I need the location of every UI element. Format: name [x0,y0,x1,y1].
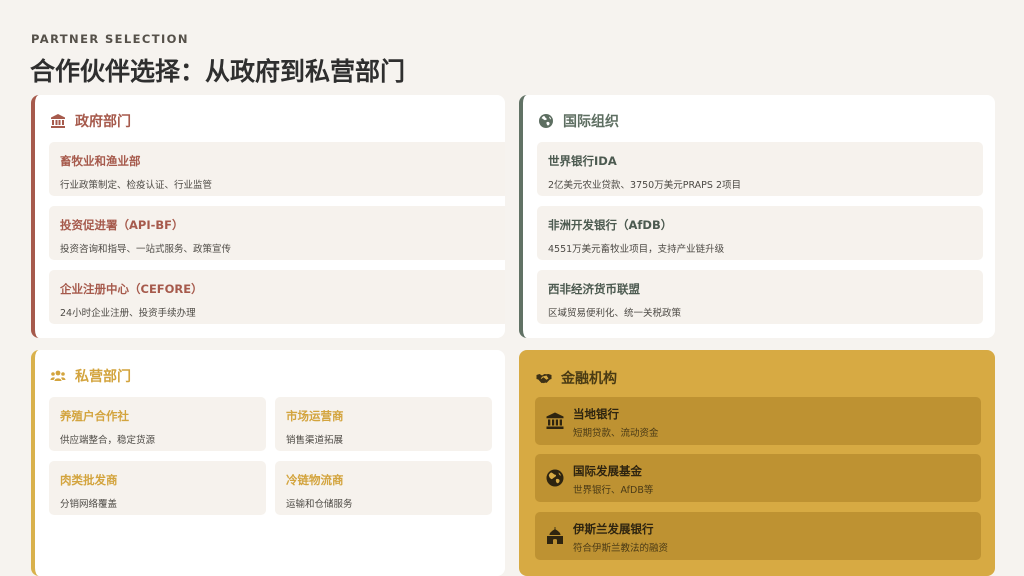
item-desc: 世界银行、AfDB等 [573,485,654,496]
item-desc: 区域贸易便利化、统一关税政策 [548,308,682,319]
people-group-icon [49,367,67,385]
government-building-icon [49,112,67,130]
international-item: 世界银行IDA 2亿美元农业贷款、3750万美元PRAPS 2项目 [537,142,983,196]
item-name: 企业注册中心（CEFORE） [60,282,203,296]
government-item: 投资促进署（API-BF） 投资咨询和指导、一站式服务、政策宣传 [49,206,505,260]
page-title: 合作伙伴选择：从政府到私营部门 [30,57,406,86]
globe-africa-icon [545,468,565,488]
item-desc: 销售渠道拓展 [286,435,344,446]
international-item: 非洲开发银行（AfDB） 4551万美元畜牧业项目，支持产业链升级 [537,206,983,260]
item-name: 市场运营商 [286,409,344,423]
private-sector-card-header: 私营部门 [49,366,131,386]
item-name: 世界银行IDA [548,154,617,168]
item-desc: 24小时企业注册、投资手续办理 [60,308,196,319]
government-card-title: 政府部门 [75,114,131,130]
international-card: 国际组织 世界银行IDA 2亿美元农业贷款、3750万美元PRAPS 2项目 非… [519,95,995,338]
item-desc: 运输和仓储服务 [286,499,353,510]
item-name: 非洲开发银行（AfDB） [548,218,673,232]
government-card: 政府部门 畜牧业和渔业部 行业政策制定、检疫认证、行业监管 投资促进署（API-… [31,95,505,338]
international-item: 西非经济货币联盟 区域贸易便利化、统一关税政策 [537,270,983,324]
item-desc: 行业政策制定、检疫认证、行业监管 [60,180,213,191]
item-name: 国际发展基金 [573,464,642,478]
finance-item: 国际发展基金 世界银行、AfDB等 [535,454,981,502]
item-name: 当地银行 [573,407,619,421]
private-item: 冷链物流商 运输和仓储服务 [275,461,492,515]
bank-icon [545,411,565,431]
finance-card-title: 金融机构 [561,371,617,387]
item-name: 肉类批发商 [60,473,118,487]
item-desc: 投资咨询和指导、一站式服务、政策宣传 [60,244,232,255]
private-sector-card: 私营部门 养殖户合作社 供应端整合，稳定货源 市场运营商 销售渠道拓展 肉类批发… [31,350,505,576]
private-sector-card-title: 私营部门 [75,369,131,385]
finance-item: 伊斯兰发展银行 符合伊斯兰教法的融资 [535,512,981,560]
item-name: 畜牧业和渔业部 [60,154,141,168]
item-name: 养殖户合作社 [60,409,129,423]
government-item: 企业注册中心（CEFORE） 24小时企业注册、投资手续办理 [49,270,505,324]
item-desc: 符合伊斯兰教法的融资 [573,543,669,554]
item-name: 冷链物流商 [286,473,344,487]
handshake-icon [535,369,553,387]
item-desc: 4551万美元畜牧业项目，支持产业链升级 [548,244,725,255]
private-item: 肉类批发商 分销网络覆盖 [49,461,266,515]
government-item: 畜牧业和渔业部 行业政策制定、检疫认证、行业监管 [49,142,505,196]
globe-icon [537,112,555,130]
finance-card-header: 金融机构 [535,368,617,388]
item-name: 投资促进署（API-BF） [60,218,184,232]
item-name: 西非经济货币联盟 [548,282,640,296]
item-desc: 2亿美元农业贷款、3750万美元PRAPS 2项目 [548,180,741,191]
eyebrow: PARTNER SELECTION [31,32,189,46]
item-name: 伊斯兰发展银行 [573,522,654,536]
finance-item: 当地银行 短期贷款、流动资金 [535,397,981,445]
private-item: 养殖户合作社 供应端整合，稳定货源 [49,397,266,451]
government-card-header: 政府部门 [49,111,131,131]
mosque-icon [545,526,565,546]
item-desc: 供应端整合，稳定货源 [60,435,156,446]
international-card-header: 国际组织 [537,111,619,131]
finance-card: 金融机构 当地银行 短期贷款、流动资金 国际发展基金 世界银行、AfDB等 伊斯… [519,350,995,576]
international-card-title: 国际组织 [563,114,619,130]
item-desc: 短期贷款、流动资金 [573,428,659,439]
private-item: 市场运营商 销售渠道拓展 [275,397,492,451]
item-desc: 分销网络覆盖 [60,499,118,510]
